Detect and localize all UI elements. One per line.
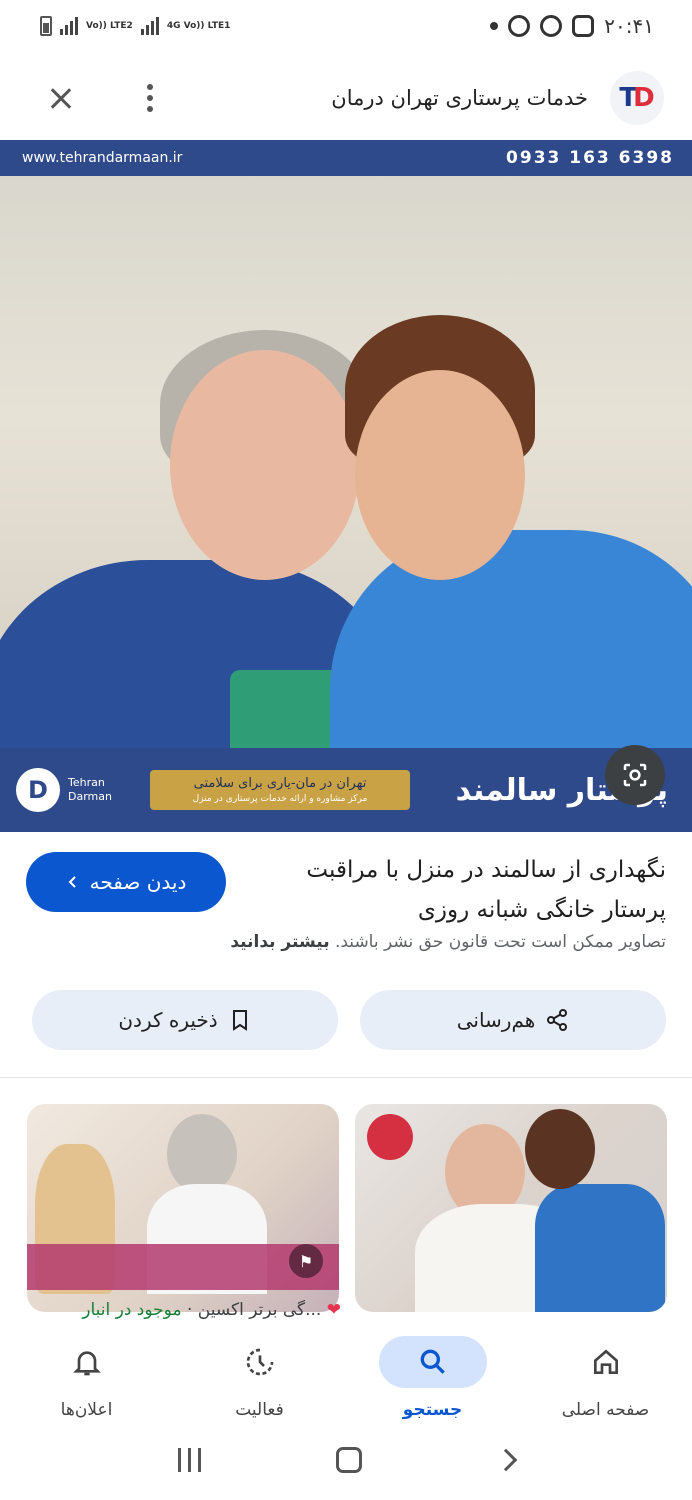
bookmark-icon [232,1010,247,1031]
person-nurse-body [535,1184,665,1312]
person-nurse-head [525,1109,595,1189]
home-icon [552,1336,660,1388]
learn-more-link[interactable]: بیشتر بدانید [230,932,329,952]
phone-text: 0933 163 6398 [506,148,674,168]
main-image[interactable]: www.tehrandarmaan.ir 0933 163 6398 D Teh… [0,140,692,832]
back-icon[interactable] [494,1448,518,1472]
chevron-left-icon [68,876,76,888]
header: خدمات پرستاری تهران درمان TD [0,60,692,136]
share-icon [547,1009,568,1031]
status-bar: Vo)) LTE2 4G Vo)) LTE1 ۲۰:۴۱ [0,0,692,52]
search-icon [378,1336,487,1388]
related-images: ⚑ ❤ ...گی برتر اکسین · موجود در انبار [27,1104,667,1334]
battery-icon [40,16,52,36]
lens-icon [623,763,647,787]
related-image-2[interactable] [355,1104,667,1312]
visit-page-label: دیدن صفحه [89,870,187,894]
nav-notifications[interactable]: اعلان‌ها [12,1336,162,1420]
activity-icon [206,1336,314,1388]
nav-activity[interactable]: فعالیت [185,1336,335,1420]
status-left: Vo)) LTE2 4G Vo)) LTE1 [40,16,230,36]
close-icon[interactable] [40,78,80,118]
network-indicator-1: Vo)) LTE2 [86,20,133,31]
result-details: دیدن صفحه نگهداری از سالمند در منزل با م… [26,850,666,970]
network-indicator-2: 4G Vo)) LTE1 [166,20,231,31]
signal-icon-2 [140,17,159,35]
result-title[interactable]: نگهداری از سالمند در منزل با مراقبت پرست… [266,850,666,930]
site-logo: TD [610,71,664,125]
image-top-banner: www.tehrandarmaan.ir 0933 163 6398 [0,140,692,176]
brand-name: Tehran Darman [68,776,112,803]
browser-icon [540,15,563,37]
recent-apps-icon[interactable] [177,1448,201,1472]
person-nurse-face [355,370,525,580]
share-button[interactable]: هم‌رسانی [360,990,666,1050]
system-navigation [0,1430,692,1490]
tag-icon: ⚑ [289,1244,323,1278]
action-buttons: ذخیره کردن هم‌رسانی [32,990,666,1050]
brand-logo: D [16,768,60,812]
brand-slogan: تهران در مان-یاری برای سلامتی مرکز مشاور… [150,770,410,810]
sync-icon [508,15,531,37]
website-text: www.tehrandarmaan.ir [22,150,183,166]
status-right: ۲۰:۴۱ [490,14,654,38]
person-elder-head [167,1114,237,1194]
nav-search[interactable]: جستجو [358,1336,508,1420]
copyright-notice: تصاویر ممکن است تحت قانون حق نشر باشند. … [230,932,666,952]
rose-logo [367,1114,413,1160]
related-caption[interactable]: ❤ ...گی برتر اکسین · موجود در انبار [41,1300,341,1320]
notification-dot-icon [490,22,499,30]
save-button[interactable]: ذخیره کردن [32,990,338,1050]
clock: ۲۰:۴۱ [604,14,654,38]
nav-home[interactable]: صفحه اصلی [531,1336,681,1420]
instagram-icon [572,15,595,37]
visit-page-button[interactable]: دیدن صفحه [26,852,226,912]
home-button-icon[interactable] [336,1447,363,1473]
bottom-navigation: اعلان‌ها فعالیت جستجو صفحه اصلی [0,1328,692,1428]
site-favicon-icon: ❤ [326,1300,341,1320]
stock-status: موجود در انبار [82,1300,182,1320]
site-title: خدمات پرستاری تهران درمان [331,86,588,110]
person-elder-face [170,350,360,580]
more-options-icon[interactable] [140,80,160,116]
divider [0,1077,692,1078]
signal-icon [60,17,78,35]
bell-icon [33,1336,141,1388]
image-bottom-banner: D Tehran Darman تهران در مان-یاری برای س… [0,748,692,832]
related-image-1[interactable]: ⚑ [27,1104,339,1312]
lens-search-button[interactable] [605,745,665,805]
